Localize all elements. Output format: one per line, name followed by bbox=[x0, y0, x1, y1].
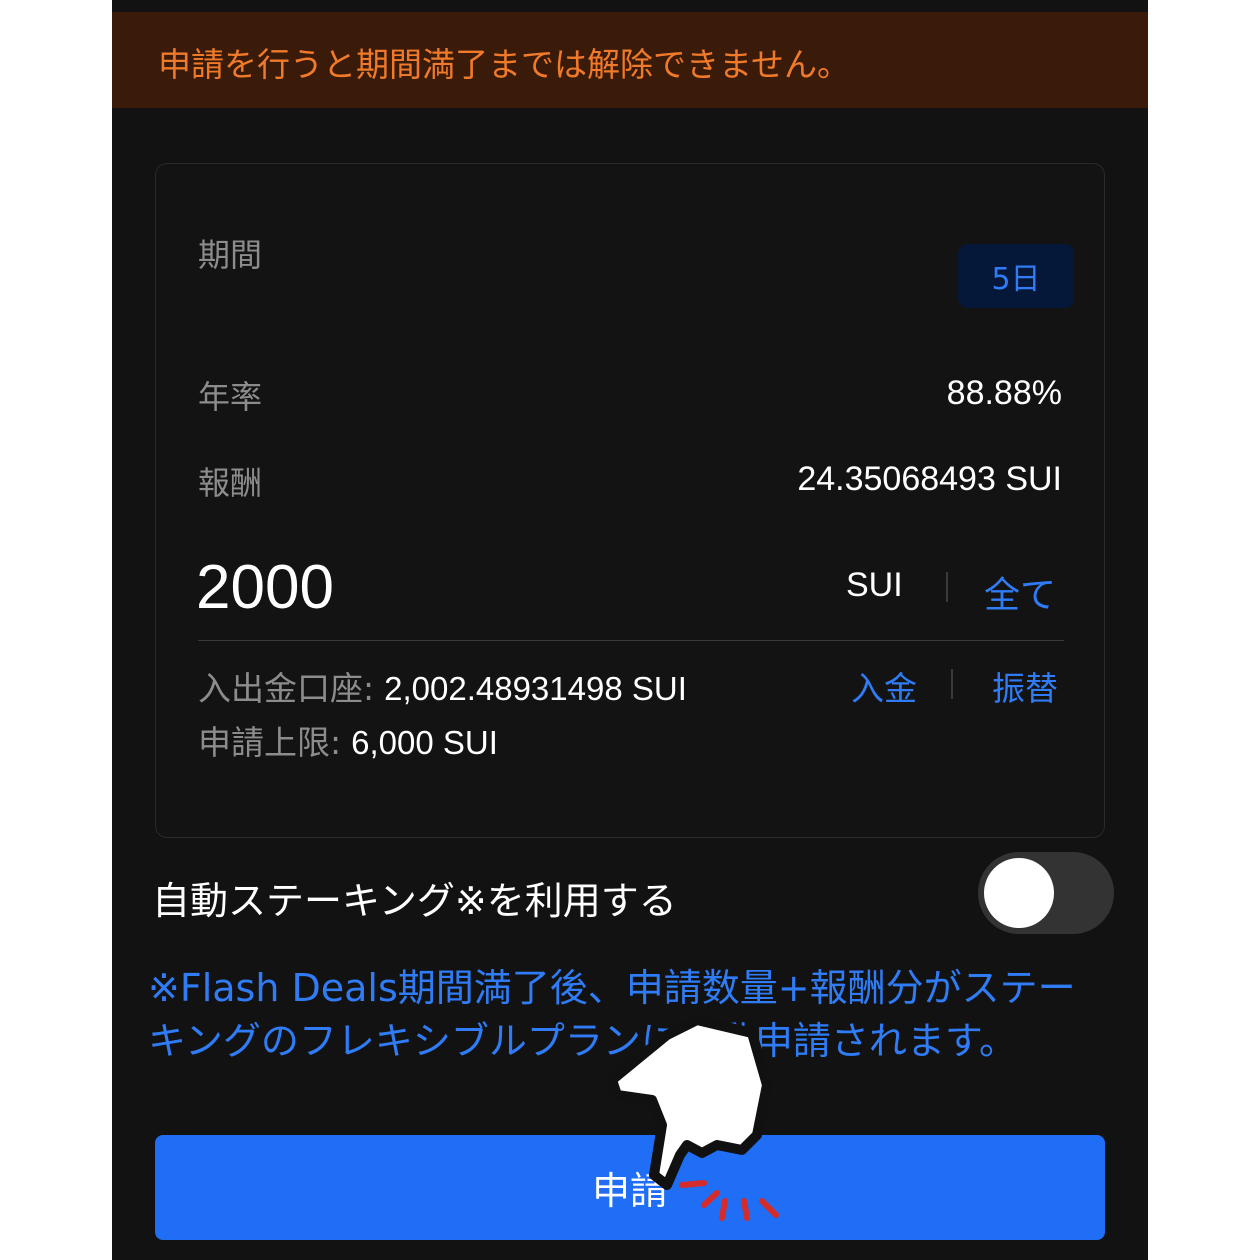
apr-value: 88.88% bbox=[946, 374, 1062, 412]
period-chip[interactable]: 5日 bbox=[958, 244, 1074, 308]
reward-value: 24.35068493 SUI bbox=[797, 460, 1062, 498]
funding-label: 入出金口座: bbox=[198, 669, 375, 708]
toggle-knob bbox=[984, 858, 1054, 928]
auto-staking-toggle[interactable] bbox=[978, 852, 1114, 934]
amount-input[interactable]: 2000 bbox=[196, 552, 334, 623]
apr-label: 年率 bbox=[198, 378, 263, 416]
period-label: 期間 bbox=[198, 236, 263, 274]
warning-banner: 申請を行うと期間満了までは解除できません。 bbox=[112, 12, 1148, 108]
amount-underline bbox=[198, 640, 1064, 641]
app-screen: 申請を行うと期間満了までは解除できません。 期間 5日 年率 88.88% 報酬… bbox=[112, 0, 1148, 1260]
deposit-link[interactable]: 入金 bbox=[851, 662, 917, 710]
pointing-hand-icon bbox=[607, 1015, 779, 1221]
funding-account-row: 入出金口座: 2,002.48931498 SUI bbox=[198, 662, 687, 710]
subscription-card: 期間 5日 年率 88.88% 報酬 24.35068493 SUI 2000 … bbox=[155, 163, 1105, 838]
max-button[interactable]: 全て bbox=[984, 566, 1056, 618]
limit-value: 6,000 SUI bbox=[351, 724, 498, 761]
amount-unit: SUI bbox=[846, 566, 903, 604]
limit-label: 申請上限: bbox=[198, 723, 342, 762]
reward-label: 報酬 bbox=[198, 464, 263, 502]
limit-row: 申請上限: 6,000 SUI bbox=[198, 716, 498, 764]
divider bbox=[951, 669, 953, 699]
funding-value: 2,002.48931498 SUI bbox=[384, 670, 687, 707]
auto-staking-label: 自動ステーキング※を利用する bbox=[152, 879, 677, 923]
divider bbox=[946, 572, 948, 602]
transfer-link[interactable]: 振替 bbox=[992, 662, 1058, 710]
